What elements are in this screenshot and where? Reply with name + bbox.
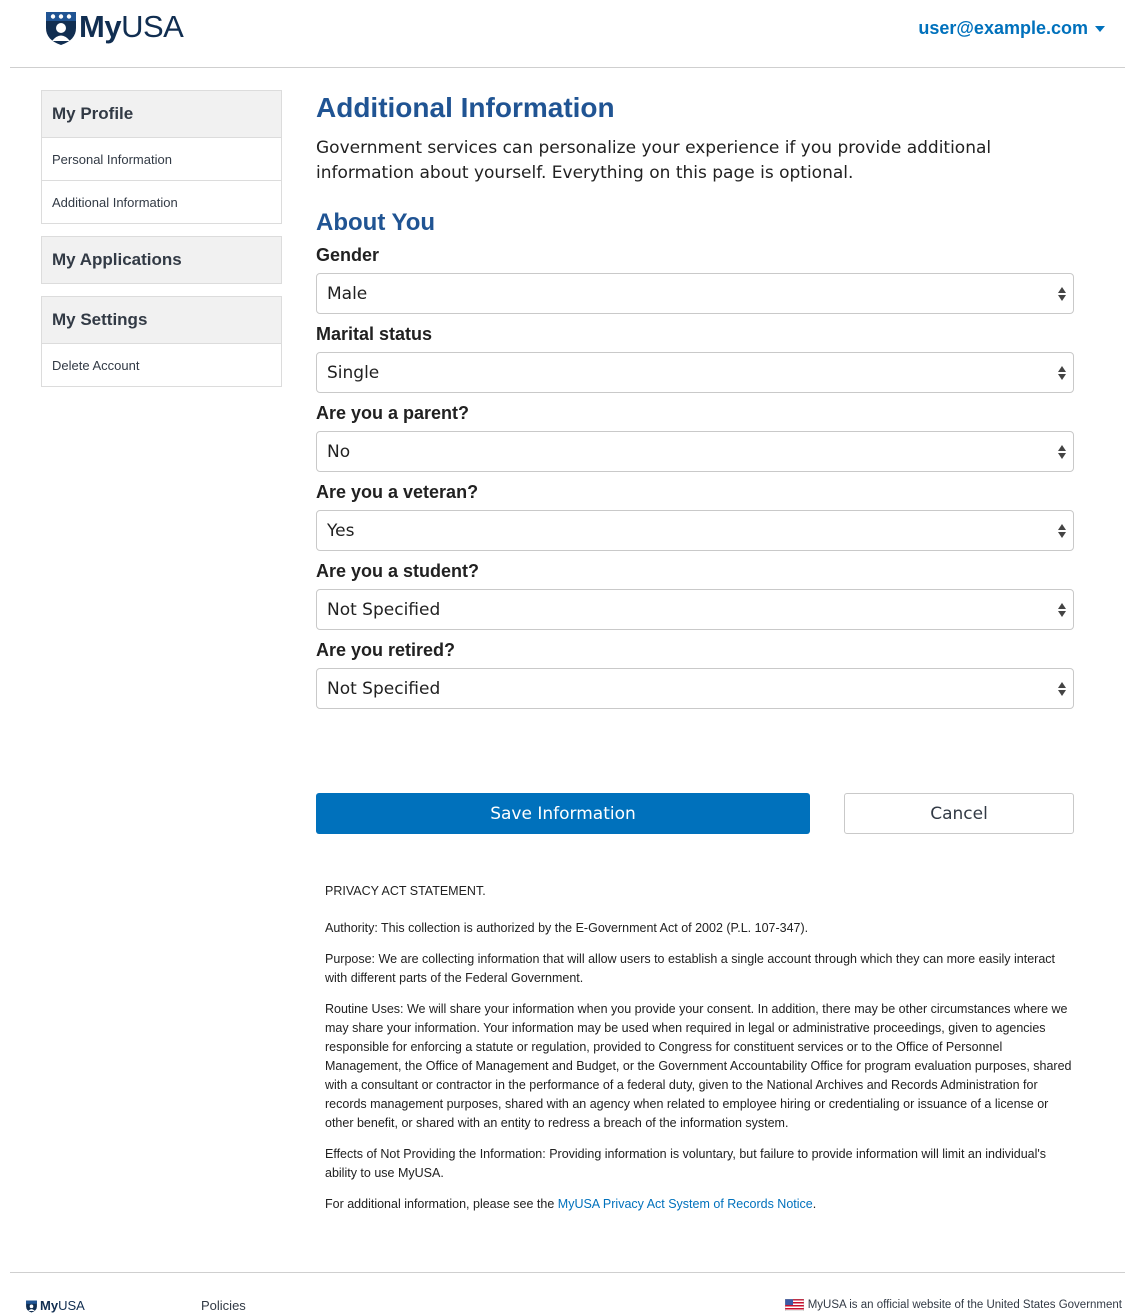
student-label: Are you a student?: [316, 561, 480, 581]
user-menu[interactable]: user@example.com: [918, 18, 1105, 39]
gender-value: Male: [327, 283, 368, 304]
select-arrows-icon: [1057, 285, 1067, 303]
footer-logo[interactable]: MyUSA: [25, 1298, 85, 1313]
logo-my: My: [79, 9, 122, 44]
myusa-shield-logo-icon: [46, 12, 76, 45]
privacy-authority: Authority: This collection is authorized…: [325, 921, 809, 935]
page-title: Additional Information: [316, 92, 615, 123]
caret-down-icon: [1095, 25, 1105, 32]
privacy-more-info: For additional information, please see t…: [325, 1195, 1073, 1214]
gender-label: Gender: [316, 245, 380, 265]
user-email: user@example.com: [918, 18, 1088, 38]
form-actions: Save Information Cancel: [316, 793, 1074, 834]
parent-select[interactable]: No: [316, 431, 1074, 472]
main-content: Additional Information Government servic…: [316, 90, 1074, 709]
cancel-button[interactable]: Cancel: [844, 793, 1074, 834]
footer-official-notice: MyUSA is an official website of the Unit…: [784, 1299, 1122, 1311]
select-arrows-icon: [1057, 443, 1067, 461]
marital-status-value: Single: [327, 362, 380, 383]
veteran-label: Are you a veteran?: [316, 482, 479, 502]
section-title: About You: [316, 209, 436, 236]
myusa-logo[interactable]: MyUSA: [43, 8, 184, 46]
us-flag-icon: [784, 1299, 804, 1311]
footer-divider: [10, 1272, 1125, 1273]
sidebar-heading-my-profile[interactable]: My Profile: [42, 91, 281, 137]
privacy-routine-uses: Routine Uses: We will share your informa…: [325, 1002, 1072, 1130]
parent-value: No: [327, 441, 351, 462]
student-select[interactable]: Not Specified: [316, 589, 1074, 630]
select-arrows-icon: [1057, 601, 1067, 619]
myusa-shield-logo-icon: [26, 1300, 37, 1312]
logo-text: MyUSA: [79, 9, 184, 45]
privacy-purpose: Purpose: We are collecting information t…: [325, 952, 1055, 985]
footer-logo-usa: USA: [58, 1298, 85, 1313]
privacy-effects: Effects of Not Providing the Information…: [325, 1147, 1047, 1180]
sidebar-group-my-settings: My Settings Delete Account: [41, 296, 282, 387]
retired-label: Are you retired?: [316, 640, 456, 660]
retired-select[interactable]: Not Specified: [316, 668, 1074, 709]
select-arrows-icon: [1057, 680, 1067, 698]
marital-status-select[interactable]: Single: [316, 352, 1074, 393]
sidebar-heading-my-settings[interactable]: My Settings: [42, 297, 281, 343]
sidebar-group-my-applications: My Applications: [41, 236, 282, 284]
privacy-notice-link[interactable]: MyUSA Privacy Act System of Records Noti…: [558, 1197, 813, 1211]
save-information-button[interactable]: Save Information: [316, 793, 810, 834]
veteran-value: Yes: [327, 520, 355, 541]
footer-logo-my: My: [40, 1298, 59, 1313]
privacy-more-prefix: For additional information, please see t…: [325, 1197, 558, 1211]
gender-select[interactable]: Male: [316, 273, 1074, 314]
sidebar-heading-my-applications[interactable]: My Applications: [42, 237, 281, 283]
logo-usa: USA: [121, 9, 184, 44]
retired-value: Not Specified: [327, 678, 441, 699]
footer-policies-link[interactable]: Policies: [201, 1298, 246, 1313]
sidebar-item-additional-information[interactable]: Additional Information: [42, 180, 281, 223]
privacy-act-statement: PRIVACY ACT STATEMENT. Authority: This c…: [325, 882, 1073, 1226]
sidebar-item-delete-account[interactable]: Delete Account: [42, 343, 281, 386]
student-value: Not Specified: [327, 599, 441, 620]
official-text: MyUSA is an official website of the Unit…: [807, 1299, 1122, 1311]
sidebar-item-personal-information[interactable]: Personal Information: [42, 137, 281, 180]
parent-label: Are you a parent?: [316, 403, 470, 423]
veteran-select[interactable]: Yes: [316, 510, 1074, 551]
marital-status-label: Marital status: [316, 324, 433, 344]
sidebar: My Profile Personal Information Addition…: [41, 90, 282, 399]
select-arrows-icon: [1057, 522, 1067, 540]
privacy-more-suffix: .: [812, 1197, 817, 1211]
select-arrows-icon: [1057, 364, 1067, 382]
privacy-title: PRIVACY ACT STATEMENT.: [325, 884, 486, 898]
header-divider: [10, 67, 1125, 68]
sidebar-group-my-profile: My Profile Personal Information Addition…: [41, 90, 282, 224]
footer-logo-text: MyUSA: [40, 1298, 85, 1313]
intro-text: Government services can personalize your…: [316, 138, 992, 183]
header: MyUSA user@example.com: [0, 0, 1125, 68]
